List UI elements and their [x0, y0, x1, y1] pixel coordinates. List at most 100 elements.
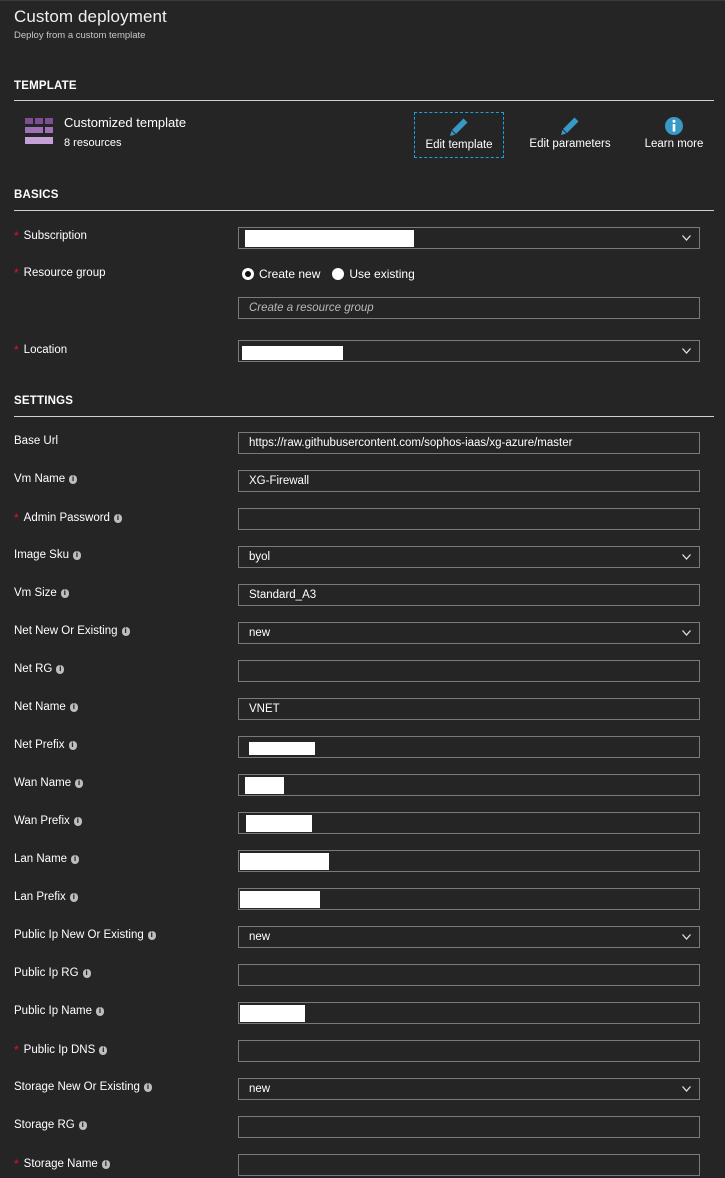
storage-new-or-existing-value: new — [249, 1083, 271, 1095]
vm-size-input[interactable]: Standard_A3 — [238, 584, 700, 606]
edit-template-button[interactable]: Edit template — [414, 112, 504, 158]
info-icon[interactable]: i — [82, 968, 91, 978]
storage-name-label: * Storage Name i — [14, 1157, 110, 1171]
info-icon[interactable]: i — [69, 474, 78, 484]
info-icon[interactable]: i — [99, 1045, 108, 1055]
base-url-input[interactable]: https://raw.githubusercontent.com/sophos… — [238, 432, 700, 454]
public-ip-dns-input[interactable] — [238, 1040, 700, 1062]
wan-prefix-input[interactable] — [238, 812, 700, 834]
storage-rg-input[interactable] — [238, 1116, 700, 1138]
info-icon[interactable]: i — [113, 513, 122, 523]
public-ip-name-input[interactable] — [238, 1002, 700, 1024]
chevron-down-icon — [682, 348, 691, 354]
storage-name-input[interactable] — [238, 1154, 700, 1176]
public-ip-rg-input[interactable] — [238, 964, 700, 986]
public-ip-name-label: Public Ip Name i — [14, 1005, 104, 1017]
public-ip-new-or-existing-value: new — [249, 931, 271, 943]
resource-group-name-input[interactable]: Create a resource group — [238, 297, 700, 319]
info-icon[interactable]: i — [69, 892, 78, 902]
info-icon[interactable]: i — [73, 816, 82, 826]
net-new-or-existing-select[interactable]: new — [238, 622, 700, 644]
info-icon[interactable]: i — [68, 740, 77, 750]
learn-more-button[interactable]: Learn more — [638, 112, 710, 158]
page-title: Custom deployment — [14, 7, 167, 26]
admin-password-input[interactable] — [238, 508, 700, 530]
template-blocks-icon — [25, 118, 53, 145]
info-icon[interactable]: i — [101, 1159, 110, 1169]
lan-prefix-input[interactable] — [238, 888, 700, 910]
redacted-value — [242, 346, 343, 360]
storage-new-or-existing-select[interactable]: new — [238, 1078, 700, 1100]
storage-rg-label: Storage RG i — [14, 1119, 87, 1131]
edit-parameters-button[interactable]: Edit parameters — [522, 112, 618, 158]
net-rg-input[interactable] — [238, 660, 700, 682]
vm-name-value: XG-Firewall — [249, 475, 310, 487]
public-ip-new-or-existing-label: Public Ip New Or Existing i — [14, 929, 156, 941]
section-divider — [14, 100, 714, 101]
image-sku-value: byol — [249, 551, 271, 563]
section-heading-settings: SETTINGS — [14, 395, 74, 407]
net-prefix-label: Net Prefix i — [14, 739, 77, 751]
image-sku-select[interactable]: byol — [238, 546, 700, 568]
redacted-value — [246, 815, 312, 832]
info-icon[interactable]: i — [78, 1120, 87, 1130]
wan-prefix-label: Wan Prefix i — [14, 815, 82, 827]
radio-use-existing[interactable]: Use existing — [332, 267, 415, 281]
info-icon[interactable]: i — [72, 550, 81, 560]
location-label: * Location — [14, 343, 68, 357]
net-name-value: VNET — [249, 703, 280, 715]
pencil-icon — [450, 118, 468, 136]
pencil-icon — [561, 117, 579, 135]
chevron-down-icon — [682, 934, 691, 940]
info-icon[interactable]: i — [95, 1006, 104, 1016]
chevron-down-icon — [682, 630, 691, 636]
lan-name-label: Lan Name i — [14, 853, 80, 865]
public-ip-dns-label: * Public Ip DNS i — [14, 1043, 108, 1057]
net-rg-label: Net RG i — [14, 663, 65, 675]
info-icon[interactable]: i — [56, 664, 65, 674]
resource-group-placeholder: Create a resource group — [249, 302, 374, 314]
base-url-value: https://raw.githubusercontent.com/sophos… — [249, 437, 573, 449]
location-select[interactable] — [238, 340, 700, 362]
vm-name-input[interactable]: XG-Firewall — [238, 470, 700, 492]
image-sku-label: Image Sku i — [14, 549, 81, 561]
info-icon[interactable]: i — [143, 1082, 152, 1092]
public-ip-new-or-existing-select[interactable]: new — [238, 926, 700, 948]
info-icon[interactable]: i — [147, 930, 156, 940]
net-prefix-input[interactable] — [238, 736, 700, 758]
chevron-down-icon — [682, 554, 691, 560]
section-heading-basics: BASICS — [14, 189, 59, 201]
required-marker: * — [14, 229, 19, 243]
redacted-value — [240, 891, 320, 908]
redacted-value — [245, 777, 284, 794]
radio-button-checked[interactable] — [242, 268, 254, 280]
info-icon[interactable]: i — [60, 588, 69, 598]
section-divider — [14, 210, 714, 211]
vm-size-label: Vm Size i — [14, 587, 69, 599]
required-marker: * — [14, 1043, 19, 1057]
section-divider — [14, 416, 714, 417]
net-new-or-existing-label: Net New Or Existing i — [14, 625, 130, 637]
page-subtitle: Deploy from a custom template — [14, 30, 146, 41]
wan-name-input[interactable] — [238, 774, 700, 796]
radio-button-unchecked[interactable] — [332, 268, 345, 280]
lan-name-input[interactable] — [238, 850, 700, 872]
net-new-or-existing-value: new — [249, 627, 271, 639]
admin-password-label: * Admin Password i — [14, 511, 122, 525]
edit-template-label: Edit template — [425, 139, 493, 151]
subscription-select[interactable] — [238, 227, 700, 249]
edit-parameters-label: Edit parameters — [529, 138, 611, 150]
info-icon[interactable]: i — [69, 702, 78, 712]
redacted-value — [245, 230, 414, 247]
info-icon[interactable]: i — [71, 854, 80, 864]
info-icon[interactable]: i — [75, 778, 84, 788]
section-heading-template: TEMPLATE — [14, 80, 77, 92]
redacted-value — [249, 742, 315, 755]
public-ip-rg-label: Public Ip RG i — [14, 967, 91, 979]
net-name-input[interactable]: VNET — [238, 698, 700, 720]
template-name: Customized template — [64, 115, 187, 130]
required-marker: * — [14, 266, 19, 280]
info-icon[interactable]: i — [121, 626, 130, 636]
storage-new-or-existing-label: Storage New Or Existing i — [14, 1081, 152, 1093]
radio-create-new[interactable]: Create new — [242, 267, 320, 281]
